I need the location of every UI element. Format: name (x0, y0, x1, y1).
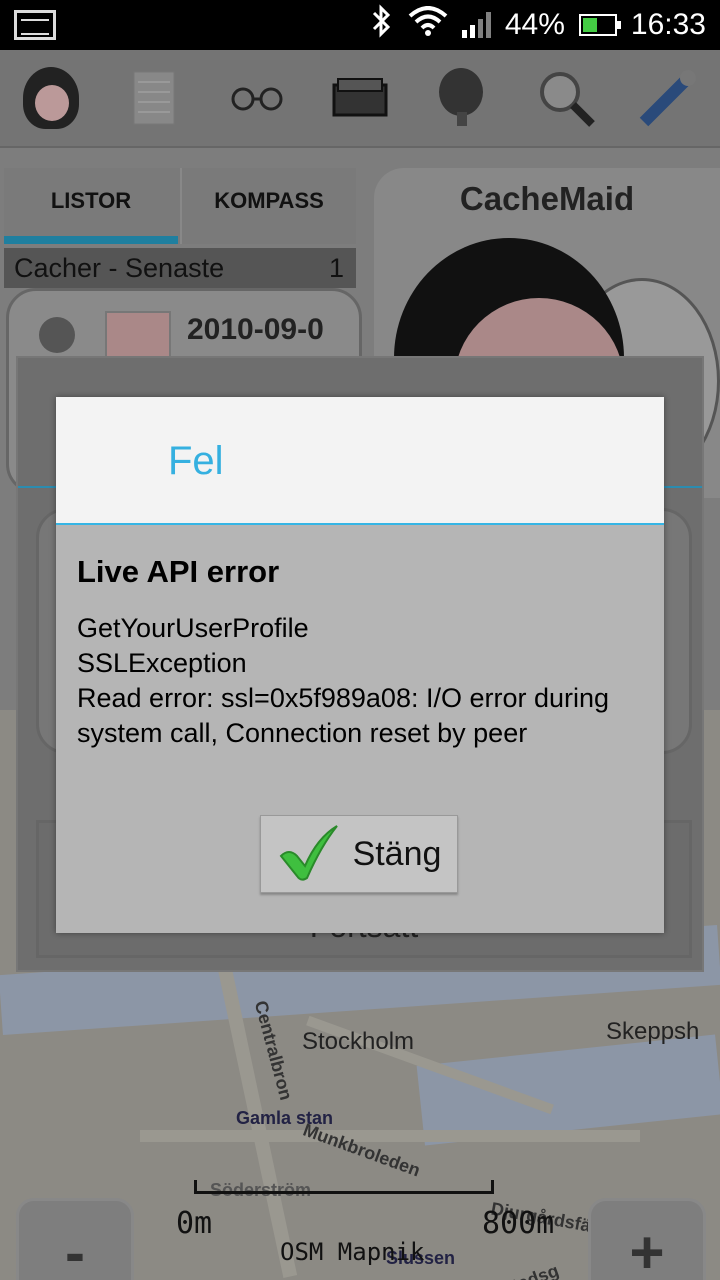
road (140, 1130, 640, 1142)
dialog-message: GetYourUserProfile SSLException Read err… (77, 613, 610, 748)
zoom-in-button[interactable]: + (588, 1198, 706, 1280)
close-button-label: Stäng (352, 834, 442, 873)
list-icon[interactable] (124, 68, 184, 128)
map-label-stockholm: Stockholm (302, 1028, 415, 1055)
zoom-out-button[interactable]: - (16, 1198, 134, 1280)
list-header[interactable]: Cacher - Senaste 1 (4, 248, 356, 288)
chevron-down-icon[interactable] (39, 317, 75, 353)
clock: 16:33 (630, 8, 706, 41)
cachemaid-title: CacheMaid (459, 180, 635, 217)
map-label-munkbroleden: Munkbroleden (300, 1119, 423, 1181)
list-header-count: 1 (328, 253, 344, 283)
checkmark-icon (277, 822, 341, 887)
tab-kompass[interactable]: KOMPASS (180, 168, 356, 244)
water-area (416, 1034, 720, 1146)
cache-box-icon[interactable] (330, 68, 390, 128)
battery-icon (578, 14, 621, 36)
close-button[interactable]: Stäng (260, 815, 458, 893)
bluetooth-icon (370, 4, 394, 46)
map-source-label: OSM Mapnik (280, 1238, 425, 1266)
dialog-header: Fel (56, 397, 664, 525)
screenshot-icon (14, 10, 56, 40)
satellite-dish-icon[interactable] (433, 68, 493, 128)
map-label-skeppsholmen: Skeppsh (606, 1018, 700, 1045)
error-dialog: Fel Live API error GetYourUserProfile SS… (56, 397, 664, 933)
dialog-heading: Live API error (77, 554, 280, 589)
status-bar: 44% 16:33 (0, 0, 720, 50)
search-icon[interactable] (536, 68, 596, 128)
cachemaid-avatar-icon[interactable] (21, 67, 81, 129)
signal-icon (461, 12, 491, 38)
battery-percent: 44% (504, 8, 565, 41)
glasses-icon[interactable] (227, 68, 287, 128)
scale-end-label: 800m (482, 1206, 555, 1241)
tab-bar: LISTOR KOMPASS (4, 168, 356, 244)
list-item-date: 2010-09-0 (187, 313, 324, 346)
list-header-label: Cacher - Senaste (14, 253, 225, 283)
tab-listor[interactable]: LISTOR (4, 168, 178, 244)
tools-icon[interactable] (638, 68, 698, 128)
wifi-icon (408, 6, 448, 44)
map-scale-bar (194, 1180, 494, 1194)
dialog-title: Fel (168, 439, 224, 483)
scale-start-label: 0m (176, 1206, 213, 1241)
toolbar (0, 50, 720, 148)
map-label-stadsgardsleden: Stadsg (498, 1260, 562, 1280)
